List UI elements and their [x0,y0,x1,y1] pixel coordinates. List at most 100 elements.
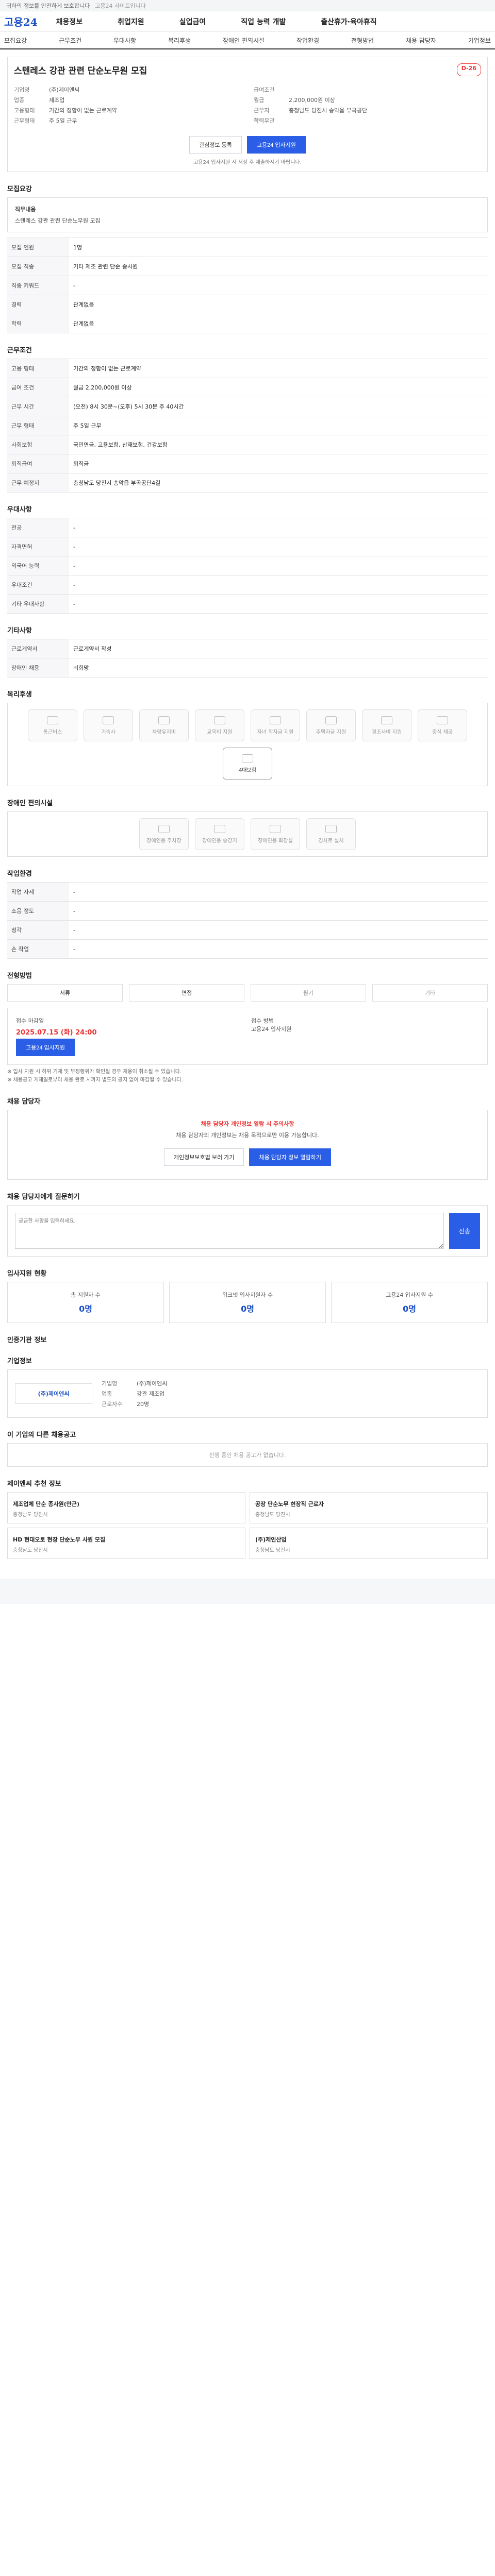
table-row: 근무 시간 (오전) 8시 30분~(오후) 5시 30분 주 40시간 [7,397,488,416]
welfare-chip: 경조사비 지원 [362,709,411,741]
reco-item[interactable]: 제조업체 단순 종사원(만근) 충청남도 당진시 [7,1492,245,1523]
summary-note: 고용24 입사지원 시 저장 후 제출하시기 바랍니다. [193,160,302,165]
send-button[interactable]: 전송 [449,1213,480,1249]
tab-5[interactable]: 작업환경 [296,36,319,45]
conditions-table: 고용 형태 기간의 정함이 없는 근로계약 급여 조건 월급 2,200,000원 … [7,359,488,493]
dday-badge: D-26 [456,63,481,76]
stats-row: 총 지원자 수 0명 워크넷 입사지원자 수 0명 고용24 입사지원 수 0명 [7,1282,488,1323]
summary-row: 근무형태 주 5일 근무 [14,117,77,124]
table-row: 우대조건 - [7,575,488,595]
insurance-icon [242,754,253,762]
contact-box: 채용 담당자 개인정보 열람 시 주의사항 채용 담당자의 개인정보는 채용 목… [7,1110,488,1180]
section-title-etc: 기타사항 [7,627,32,635]
tab-3[interactable]: 복리후생 [168,36,191,45]
table-row: 퇴직급여 퇴직금 [7,454,488,473]
job-title: 스텐레스 강관 관련 단순노무원 모집 [14,66,147,76]
others-empty: 진행 중인 채용 공고가 없습니다. [7,1443,488,1467]
prefer-table: 전공 - 자격면허 - 외국어 능력 - 우대조건 - 기타 우대사항 - [7,518,488,614]
summary-row: 근무지 충청남도 당진시 송악읍 부곡공단 [254,107,368,114]
welfare-chip: 차량유지비 [139,709,189,741]
gnb-item-1[interactable]: 취업지원 [118,16,144,27]
bus-icon [47,716,58,724]
site-header: 고용24 채용정보 취업지원 실업급여 직업 능력 개발 출산휴가·육아휴직 [0,11,495,32]
company-logo: (주)제이엔씨 [15,1383,92,1404]
gnb-item-0[interactable]: 채용정보 [56,16,83,27]
table-row: 근무 형태 주 5일 근무 [7,416,488,435]
question-box: 전송 [7,1205,488,1257]
table-row: 모집 인원 1명 [7,238,488,257]
view-contact-button[interactable]: 채용 담당자 정보 열람하기 [249,1148,331,1166]
table-row: 급여 조건 월급 2,200,000원 이상 [7,378,488,397]
section-title-qa: 채용 담당자에게 질문하기 [7,1193,80,1201]
section-title-stats: 입사지원 현황 [7,1270,47,1278]
table-row: 외국어 능력 - [7,556,488,575]
welfare-chips: 통근버스 기숙사 차량유지비 교육비 지원 자녀 학자금 지원 주택자금 지원 … [7,703,488,786]
tab-0[interactable]: 모집요강 [4,36,27,45]
company-row: 기업명 (주)제이엔씨 [102,1380,168,1387]
welfare-chip: 중식 제공 [418,709,467,741]
welfare-chip: 기숙사 [84,709,133,741]
tab-8[interactable]: 기업정보 [468,36,491,45]
recruit-text: 스텐레스 강관 관련 단순노무원 모집 [15,217,101,224]
section-title-recruit: 모집요강 [7,185,32,193]
method-item: 필기 [251,984,366,1002]
disabled-chips: 장애인용 주차장 장애인용 승강기 장애인용 화장실 경사로 설치 [7,811,488,857]
gnb-item-3[interactable]: 직업 능력 개발 [241,16,286,27]
section-title-others: 이 기업의 다른 채용공고 [7,1431,76,1439]
table-row: 경력 관계없음 [7,295,488,314]
job-summary-cols: 기업명 (주)제이엔씨 업종 제조업 고용형태 기간의 정함이 없는 근로계약 근무형… [14,83,481,127]
tab-6[interactable]: 전형방법 [351,36,374,45]
car-icon [158,716,170,724]
gnb-item-2[interactable]: 실업급여 [179,16,206,27]
table-row: 근로계약서 근로계약서 작성 [7,639,488,658]
table-row: 자격면허 - [7,537,488,556]
top-utility-right: 고용24 사이트입니다 [95,2,146,9]
welfare-chip: 자녀 학자금 지원 [251,709,300,741]
facility-chip: 경사로 설치 [306,818,356,850]
apply-method: 접수 방법 고용24 입사지원 [251,1018,292,1032]
section-tabs: 모집요강 근무조건 우대사항 복리후생 장애인 편의시설 작업환경 전형방법 채… [0,32,495,49]
stat-item: 고용24 입사지원 수 0명 [331,1282,488,1323]
section-title-contact: 채용 담당자 [7,1098,41,1106]
save-interest-button[interactable]: 관심정보 등록 [189,136,242,154]
tab-2[interactable]: 우대사항 [113,36,136,45]
tab-7[interactable]: 채용 담당자 [406,36,436,45]
question-input[interactable] [15,1213,444,1249]
reco-item[interactable]: 공장 단순노무 현장직 근로자 충청남도 당진시 [250,1492,488,1523]
gift-icon [381,716,392,724]
summary-row: 고용형태 기간의 정함이 없는 근로계약 [14,107,117,114]
welfare-chip-active: 4대보험 [223,748,272,779]
summary-left: 기업명 (주)제이엔씨 업종 제조업 고용형태 기간의 정함이 없는 근로계약 근무형… [14,83,241,127]
summary-row: 업종 제조업 [14,97,65,104]
reco-item[interactable]: HD 현대오토 현장 단순노무 사원 모집 충청남도 당진시 [7,1528,245,1559]
table-row: 사회보험 국민연금, 고용보험, 산재보험, 건강보험 [7,435,488,454]
section-title-welfare: 복리후생 [7,691,32,699]
site-logo[interactable]: 고용24 [4,14,38,29]
scholarship-icon [270,716,281,724]
education-icon [214,716,225,724]
job-summary-card: 스텐레스 강관 관련 단순노무원 모집 D-26 기업명 (주)제이엔씨 업종 제조… [7,57,488,172]
reco-item[interactable]: (주)제인산업 충청남도 당진시 [250,1528,488,1559]
parking-icon [158,824,170,833]
company-box: (주)제이엔씨 기업명 (주)제이엔씨 업종 강관 제조업 근로자수 20명 [7,1369,488,1418]
apply-button-secondary[interactable]: 고용24 입사지원 [16,1039,75,1056]
apply-button[interactable]: 고용24 입사지원 [246,136,306,154]
dorm-icon [103,716,114,724]
facility-chip: 장애인용 승강기 [195,818,244,850]
gnb-item-4[interactable]: 출산휴가·육아휴직 [321,16,376,27]
tab-1[interactable]: 근무조건 [59,36,81,45]
site-footer [0,1580,495,1604]
recruit-box: 직무내용 스텐레스 강관 관련 단순노무원 모집 [7,197,488,232]
table-row: 소음 정도 - [7,901,488,921]
table-row: 전공 - [7,518,488,537]
top-utility-bar: 귀하의 정보를 안전하게 보호합니다 고용24 사이트입니다 [0,0,495,11]
section-title-prefer: 우대사항 [7,506,32,514]
company-row: 근로자수 20명 [102,1401,150,1408]
privacy-law-button[interactable]: 개인정보보호법 보러 가기 [164,1148,244,1166]
restroom-icon [270,824,281,833]
table-row: 기타 우대사항 - [7,594,488,614]
tab-4[interactable]: 장애인 편의시설 [223,36,265,45]
section-title-company: 기업정보 [7,1358,32,1365]
section-title-method: 전형방법 [7,972,32,980]
method-item: 서류 [7,984,123,1002]
